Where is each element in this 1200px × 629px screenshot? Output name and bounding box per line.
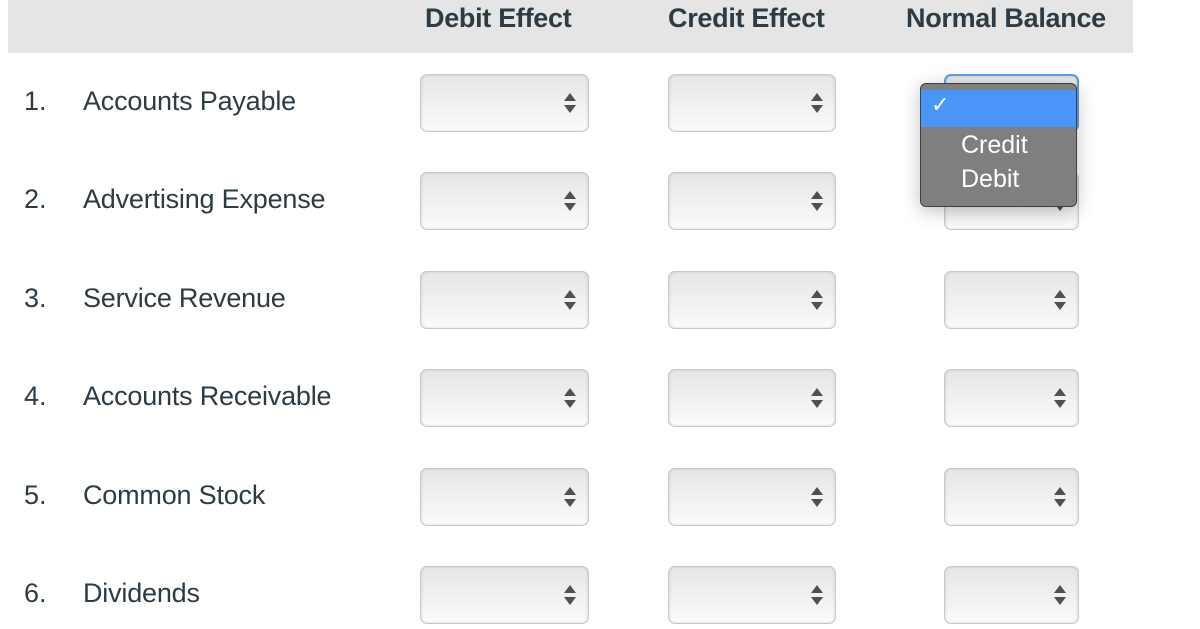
up-down-arrows-icon <box>811 388 823 408</box>
debit-effect-select[interactable] <box>420 468 589 526</box>
row-number: 4. <box>24 381 47 411</box>
credit-effect-select[interactable] <box>668 172 836 230</box>
up-down-arrows-icon <box>564 290 576 310</box>
up-down-arrows-icon <box>564 191 576 211</box>
account-name: Service Revenue <box>83 283 286 313</box>
credit-effect-select[interactable] <box>668 369 836 427</box>
account-name: Dividends <box>83 578 200 608</box>
debit-effect-select[interactable] <box>420 271 589 329</box>
debit-effect-select[interactable] <box>420 172 589 230</box>
up-down-arrows-icon <box>1054 290 1066 310</box>
up-down-arrows-icon <box>1054 487 1066 507</box>
table-header: Debit Effect Credit Effect Normal Balanc… <box>8 0 1133 53</box>
account-name: Common Stock <box>83 480 266 510</box>
credit-effect-select[interactable] <box>668 271 836 329</box>
checkmark-icon: ✓ <box>931 92 950 117</box>
dropdown-option-debit[interactable]: Debit <box>921 162 1076 196</box>
account-name: Advertising Expense <box>83 184 326 214</box>
normal-balance-dropdown-menu: ✓ Credit Debit <box>920 83 1077 207</box>
credit-effect-select[interactable] <box>668 74 836 132</box>
debit-effect-select[interactable] <box>420 566 589 624</box>
row-number: 2. <box>24 184 47 214</box>
up-down-arrows-icon <box>811 93 823 113</box>
column-header-debit-effect: Debit Effect <box>425 3 572 33</box>
up-down-arrows-icon <box>564 388 576 408</box>
row-number: 6. <box>24 578 47 608</box>
up-down-arrows-icon <box>1054 585 1066 605</box>
up-down-arrows-icon <box>811 585 823 605</box>
dropdown-option-credit[interactable]: Credit <box>921 128 1076 162</box>
column-header-credit-effect: Credit Effect <box>668 3 825 33</box>
debit-effect-select[interactable] <box>420 369 589 427</box>
credit-effect-select[interactable] <box>668 566 836 624</box>
row-number: 5. <box>24 480 47 510</box>
normal-balance-select[interactable] <box>944 369 1079 427</box>
account-name: Accounts Receivable <box>83 381 332 411</box>
up-down-arrows-icon <box>564 487 576 507</box>
debit-effect-select[interactable] <box>420 74 589 132</box>
dropdown-option-blank[interactable]: ✓ <box>921 90 1076 127</box>
row-number: 3. <box>24 283 47 313</box>
normal-balance-select[interactable] <box>944 271 1079 329</box>
credit-effect-select[interactable] <box>668 468 836 526</box>
up-down-arrows-icon <box>564 93 576 113</box>
up-down-arrows-icon <box>811 191 823 211</box>
row-number: 1. <box>24 86 47 116</box>
up-down-arrows-icon <box>564 585 576 605</box>
normal-balance-select[interactable] <box>944 566 1079 624</box>
account-name: Accounts Payable <box>83 86 296 116</box>
up-down-arrows-icon <box>811 290 823 310</box>
up-down-arrows-icon <box>1054 388 1066 408</box>
column-header-normal-balance: Normal Balance <box>906 3 1106 33</box>
up-down-arrows-icon <box>811 487 823 507</box>
normal-balance-select[interactable] <box>944 468 1079 526</box>
